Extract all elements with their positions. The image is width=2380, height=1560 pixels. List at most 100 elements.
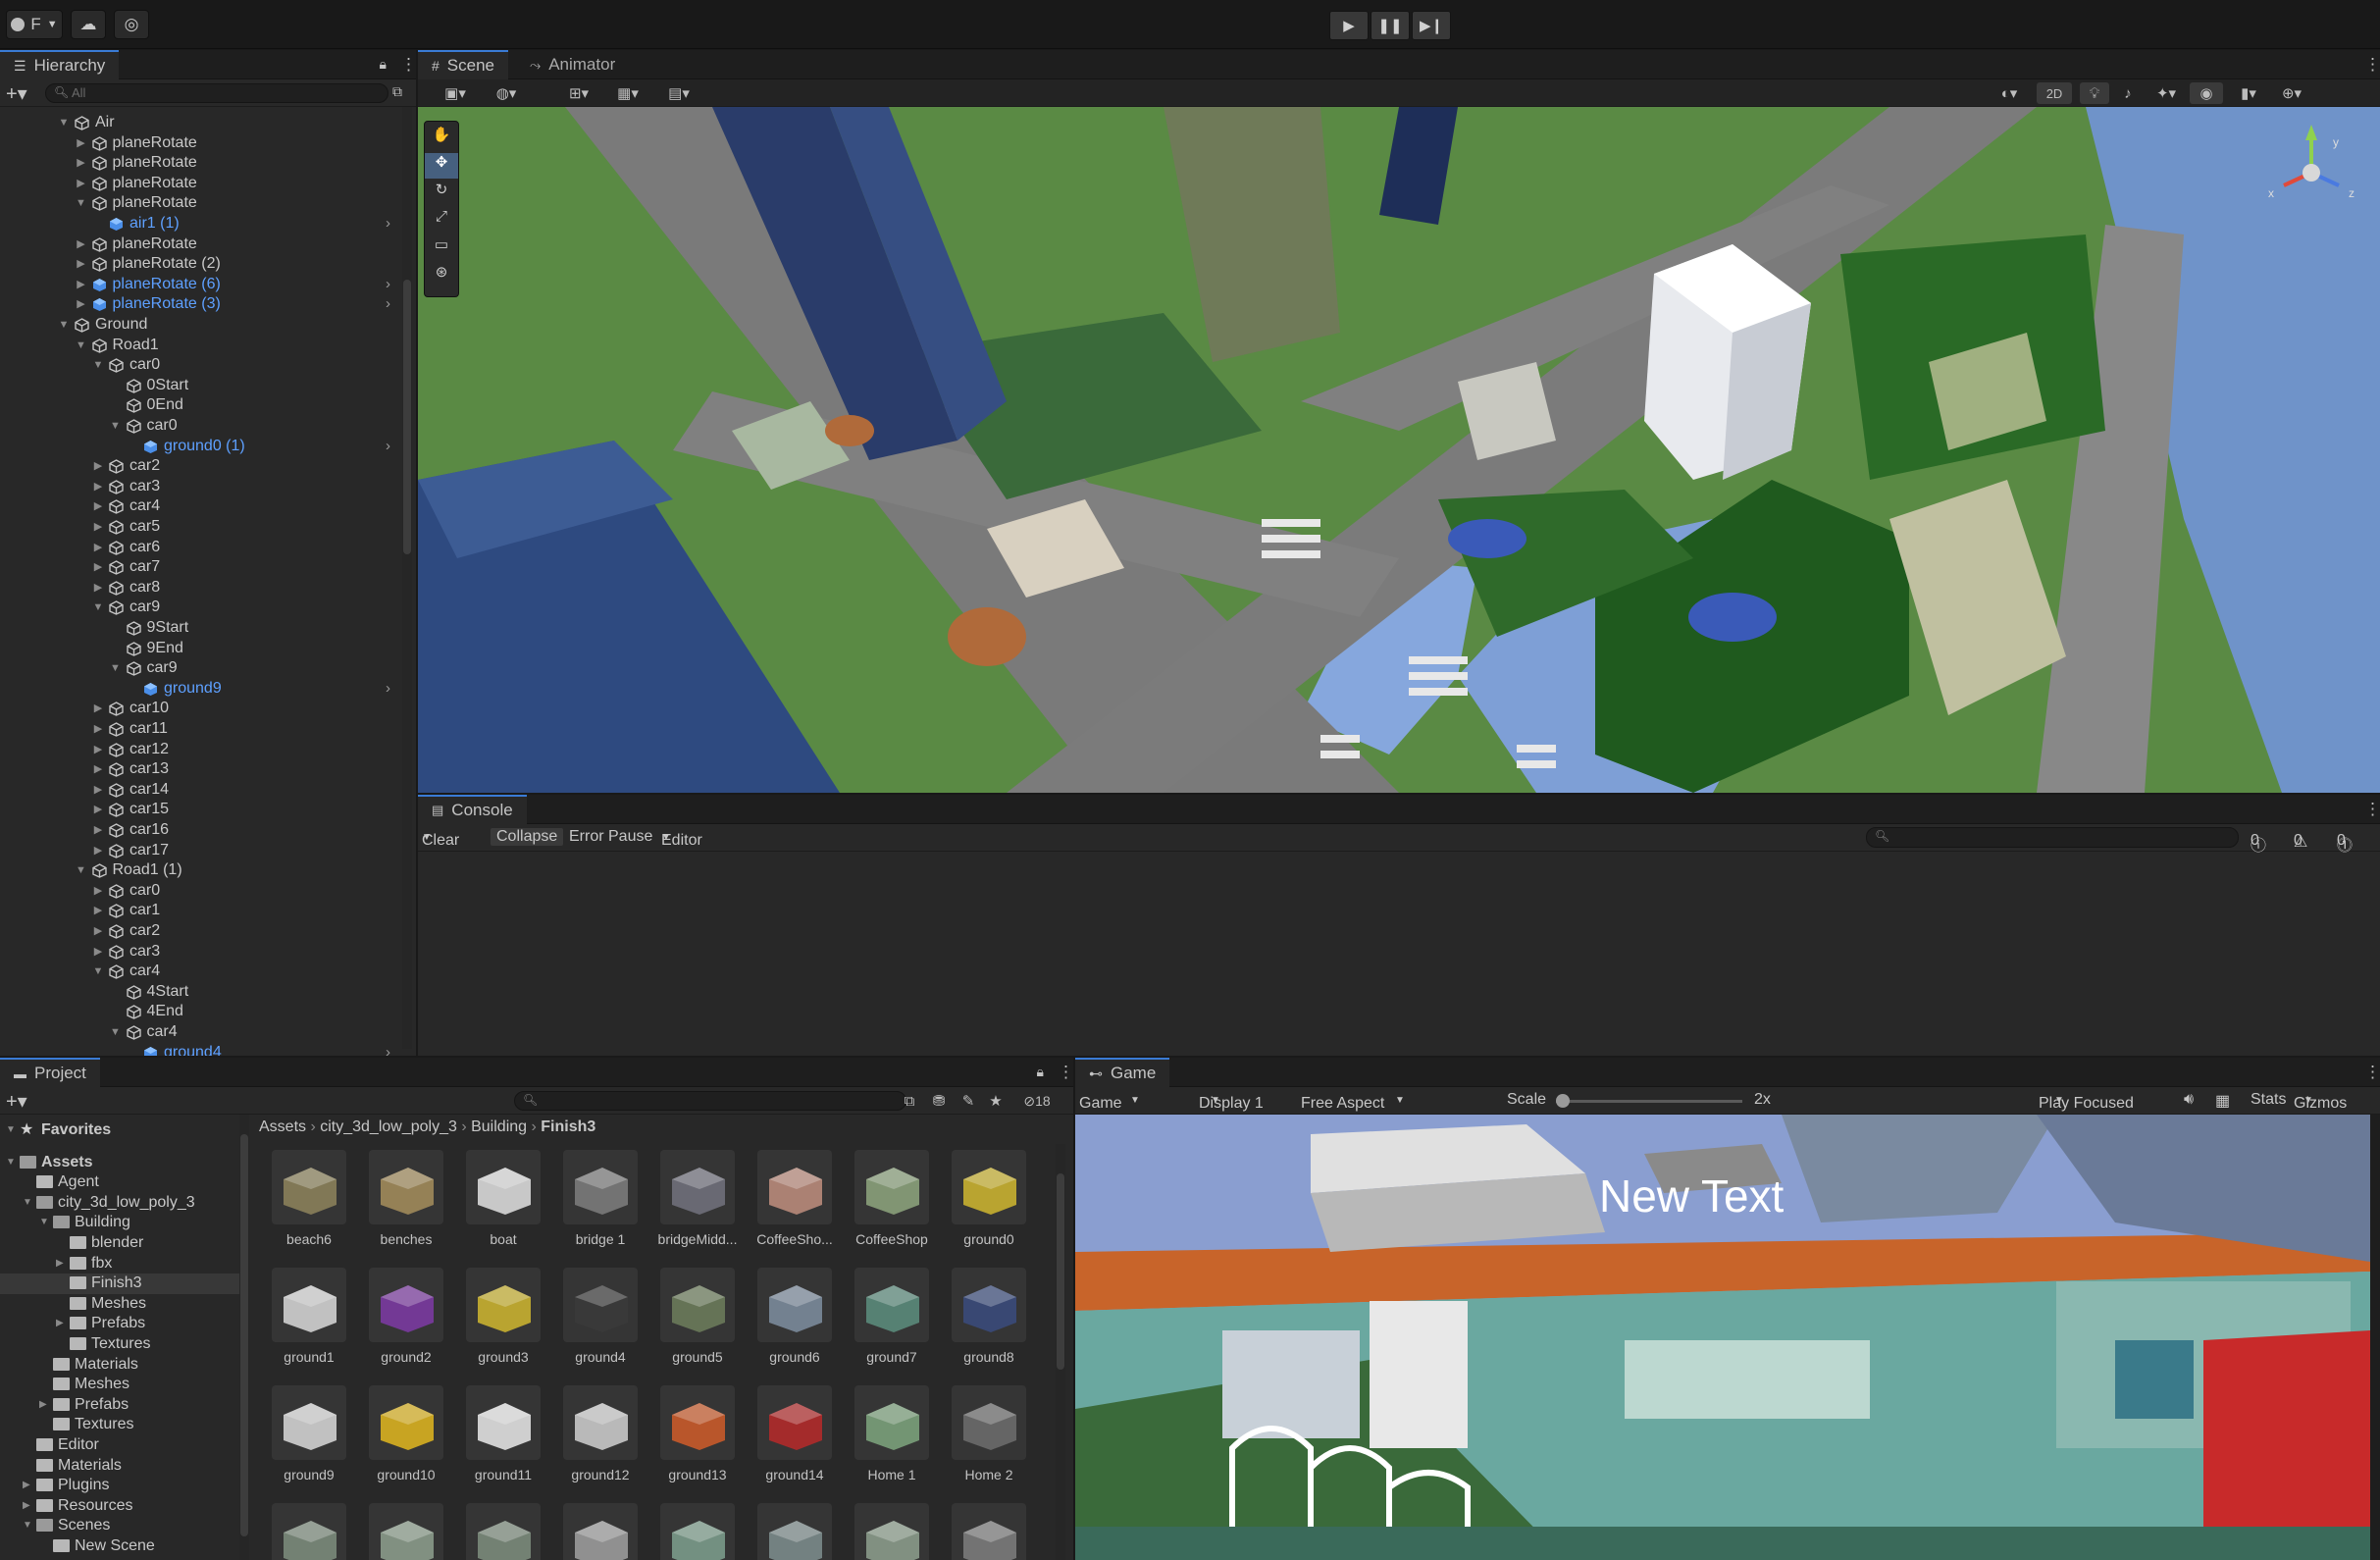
folder-tree-scrollbar[interactable] <box>239 1115 249 1560</box>
hierarchy-row[interactable]: ▶ car2 <box>0 456 412 477</box>
folder-tree-item[interactable]: Textures <box>0 1334 239 1355</box>
collapse-arrow-icon[interactable]: ▶ <box>91 800 105 820</box>
folder-tree-item[interactable]: Materials <box>0 1355 239 1376</box>
tab-scene[interactable]: # Scene <box>418 50 508 79</box>
asset-item[interactable]: ground9 <box>267 1385 351 1503</box>
mode-2d-button[interactable]: 2D <box>2037 82 2072 104</box>
expand-arrow-icon[interactable]: ▼ <box>91 962 105 982</box>
asset-item[interactable] <box>655 1503 740 1560</box>
hierarchy-row[interactable]: ▶ planeRotate (6) › <box>0 275 412 295</box>
hierarchy-row[interactable]: ▶ car5 <box>0 517 412 538</box>
scrollbar-thumb[interactable] <box>240 1134 248 1536</box>
asset-item[interactable]: ground3 <box>461 1268 545 1385</box>
hierarchy-row[interactable]: ▼ car0 <box>0 355 412 376</box>
chevron-right-icon[interactable]: › <box>386 275 390 295</box>
collapse-arrow-icon[interactable]: ▶ <box>75 294 88 315</box>
asset-item[interactable]: Home 2 <box>947 1385 1031 1503</box>
hierarchy-row[interactable]: ground0 (1) › <box>0 437 412 457</box>
collapse-toggle[interactable]: Collapse <box>491 828 564 846</box>
step-button[interactable]: ▶❙ <box>1412 11 1451 40</box>
hierarchy-row[interactable]: ground9 › <box>0 679 412 700</box>
folder-tree-item[interactable]: Finish3 <box>0 1274 239 1294</box>
expand-arrow-icon[interactable]: ▼ <box>75 860 88 881</box>
hierarchy-row[interactable]: ▶ planeRotate (2) <box>0 254 412 275</box>
favorite-star-icon[interactable]: ★ <box>985 1090 1007 1112</box>
keyboard-shortcuts-icon[interactable]: ▦ <box>2215 1091 2230 1111</box>
expand-arrow-icon[interactable]: ▼ <box>75 336 88 356</box>
render-settings-icon[interactable]: ▤▾ <box>661 82 697 104</box>
collapse-arrow-icon[interactable]: ▶ <box>56 1314 64 1334</box>
create-asset-button[interactable]: +▾ <box>6 1089 27 1114</box>
stats-button[interactable]: Stats <box>2251 1091 2286 1109</box>
asset-item[interactable]: beach6 <box>267 1150 351 1268</box>
filter-label-icon[interactable]: ✎ <box>957 1090 979 1112</box>
search-mode-icon[interactable]: ⧉ <box>899 1090 920 1112</box>
collapse-arrow-icon[interactable]: ▶ <box>91 496 105 517</box>
folder-tree-item[interactable]: Meshes <box>0 1294 239 1315</box>
expand-arrow-icon[interactable]: ▼ <box>6 1120 16 1141</box>
hierarchy-row[interactable]: ▼ Road1 (1) <box>0 860 412 881</box>
move-tool-icon[interactable]: ✥ <box>425 153 458 179</box>
hierarchy-row[interactable]: ▶ car7 <box>0 557 412 578</box>
hierarchy-search-input[interactable]: 🔍︎ All <box>45 83 388 103</box>
asset-item[interactable] <box>558 1503 643 1560</box>
folder-tree-item[interactable]: New Scene <box>0 1536 239 1557</box>
hierarchy-row[interactable]: ▼ planeRotate <box>0 193 412 214</box>
shading-mode-icon[interactable]: ◐▾ <box>1992 82 2027 104</box>
expand-arrow-icon[interactable]: ▼ <box>57 315 71 336</box>
hand-tool-icon[interactable]: ✋ <box>425 126 458 151</box>
tab-animator[interactable]: ⤳ Animator <box>516 50 629 79</box>
asset-grid-scrollbar[interactable] <box>1056 1144 1065 1560</box>
hierarchy-row[interactable]: ▶ car11 <box>0 719 412 740</box>
collapse-arrow-icon[interactable]: ▶ <box>75 174 88 194</box>
asset-item[interactable] <box>267 1503 351 1560</box>
scene-view-search-icon[interactable]: ⧉ <box>392 83 402 100</box>
asset-item[interactable]: CoffeeShop <box>850 1150 934 1268</box>
breadcrumb-item[interactable]: city_3d_low_poly_3 <box>320 1118 457 1135</box>
collapse-arrow-icon[interactable]: ▶ <box>75 133 88 154</box>
grid-snap-icon[interactable]: ⊞▾ <box>561 82 596 104</box>
scene-viewport[interactable]: ✋ ✥ ↻ ⤢ ▭ ⊛ y z x <box>418 107 2380 793</box>
expand-arrow-icon[interactable]: ▼ <box>109 416 123 437</box>
scrollbar-thumb[interactable] <box>403 280 411 554</box>
asset-item[interactable]: ground11 <box>461 1385 545 1503</box>
collapse-arrow-icon[interactable]: ▶ <box>91 901 105 921</box>
asset-item[interactable]: ground12 <box>558 1385 643 1503</box>
folder-tree-item[interactable]: Materials <box>0 1456 239 1477</box>
asset-item[interactable]: ground4 <box>558 1268 643 1385</box>
hierarchy-row[interactable]: ▼ car9 <box>0 658 412 679</box>
asset-item[interactable]: bridgeMidd... <box>655 1150 740 1268</box>
collapse-arrow-icon[interactable]: ▶ <box>91 921 105 942</box>
folder-tree-item[interactable]: Textures <box>0 1415 239 1435</box>
asset-item[interactable]: ground13 <box>655 1385 740 1503</box>
hierarchy-row[interactable]: ▶ car3 <box>0 477 412 497</box>
hierarchy-row[interactable]: ▶ car1 <box>0 901 412 921</box>
collapse-arrow-icon[interactable]: ▶ <box>91 456 105 477</box>
kebab-menu-icon[interactable]: ⋮ <box>1058 1064 1073 1081</box>
hierarchy-row[interactable]: ▼ car4 <box>0 1022 412 1043</box>
folder-tree-item[interactable]: ▼ Scenes <box>0 1516 239 1536</box>
folder-tree-item[interactable]: ▶ Resources <box>0 1496 239 1517</box>
expand-arrow-icon[interactable]: ▼ <box>23 1193 32 1214</box>
collapse-arrow-icon[interactable]: ▶ <box>23 1496 30 1517</box>
folder-tree-item[interactable]: ▼ ★ Favorites <box>0 1120 239 1141</box>
hierarchy-row[interactable]: ▶ car4 <box>0 496 412 517</box>
collapse-arrow-icon[interactable]: ▶ <box>91 780 105 801</box>
hierarchy-row[interactable]: ▶ planeRotate (3) › <box>0 294 412 315</box>
asset-item[interactable] <box>850 1503 934 1560</box>
hierarchy-row[interactable]: 0End <box>0 395 412 416</box>
globe-icon[interactable]: ◍▾ <box>489 82 524 104</box>
scale-slider[interactable] <box>1556 1094 1742 1108</box>
hierarchy-row[interactable]: ▶ car15 <box>0 800 412 820</box>
collapse-arrow-icon[interactable]: ▶ <box>91 517 105 538</box>
expand-arrow-icon[interactable]: ▼ <box>23 1516 32 1536</box>
chevron-right-icon[interactable]: › <box>386 437 390 457</box>
hierarchy-row[interactable]: ground4 › <box>0 1043 412 1056</box>
expand-arrow-icon[interactable]: ▼ <box>6 1153 16 1173</box>
collapse-arrow-icon[interactable]: ▶ <box>75 275 88 295</box>
hierarchy-row[interactable]: ▶ car8 <box>0 578 412 598</box>
asset-item[interactable]: ground1 <box>267 1268 351 1385</box>
collapse-arrow-icon[interactable]: ▶ <box>91 820 105 841</box>
asset-item[interactable]: benches <box>364 1150 448 1268</box>
kebab-menu-icon[interactable]: ⋮ <box>2364 1064 2380 1081</box>
